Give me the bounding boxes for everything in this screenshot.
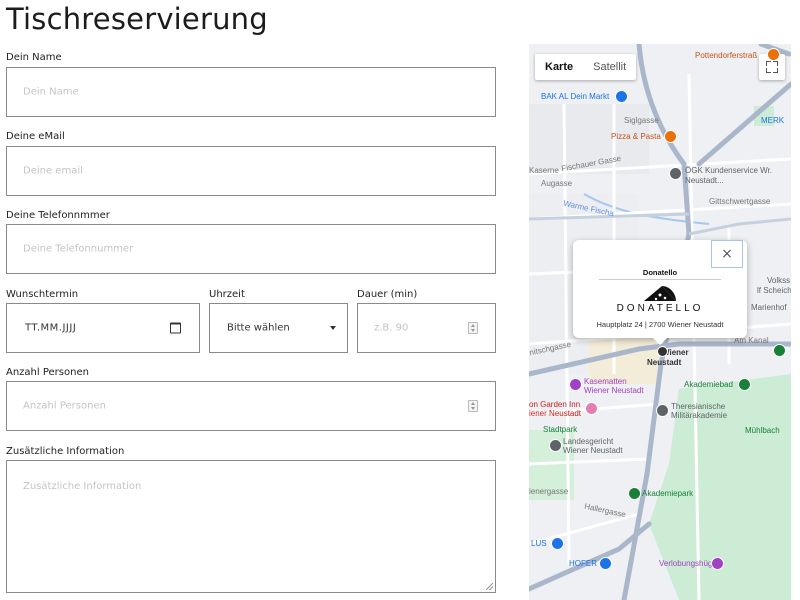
place-label[interactable]: Kasematten — [584, 377, 627, 386]
map-tab-karte[interactable]: Karte — [535, 54, 583, 80]
place-label[interactable]: Akademiebad — [684, 380, 733, 389]
place-label[interactable]: Neustadt... — [685, 176, 724, 185]
info-placeholder: Zusätzliche Information — [23, 481, 142, 492]
place-label[interactable]: iener Neustadt — [529, 409, 581, 418]
street-label: Gittschwertgasse — [709, 197, 771, 206]
place-label[interactable]: Stadtpark — [543, 425, 577, 434]
phone-input[interactable]: Deine Telefonnummer — [6, 224, 496, 274]
date-value: TT.MM.JJJJ — [25, 322, 77, 334]
calendar-icon[interactable] — [170, 322, 181, 334]
time-label: Uhrzeit — [209, 289, 245, 300]
place-label[interactable]: HOFER — [569, 559, 597, 568]
page-title: Tischreservierung — [6, 2, 268, 36]
duration-placeholder: z.B. 90 — [374, 322, 409, 334]
persons-stepper[interactable] — [468, 400, 478, 412]
duration-stepper[interactable] — [468, 322, 478, 334]
email-placeholder: Deine email — [23, 165, 83, 177]
landmark-icon[interactable] — [711, 557, 724, 570]
restaurant-icon[interactable] — [664, 130, 677, 143]
divider — [599, 279, 721, 280]
map[interactable]: Karte Satellit Pottendorferstraß BAK AL … — [529, 44, 791, 600]
court-icon[interactable] — [549, 439, 562, 452]
place-label[interactable]: Militärakademie — [671, 411, 727, 420]
landmark-icon[interactable] — [656, 404, 669, 417]
date-label: Wunschtermin — [6, 289, 79, 300]
date-input[interactable]: TT.MM.JJJJ — [6, 303, 200, 353]
donatello-logo — [644, 286, 676, 301]
street-label: Siglgasse — [624, 116, 659, 125]
museum-icon[interactable] — [569, 378, 582, 391]
persons-label: Anzahl Personen — [6, 367, 89, 378]
info-window: × Donatello DONATELLO Hauptplatz 24 | 27… — [573, 240, 747, 345]
brand-name: DONATELLO — [616, 303, 704, 314]
time-value: Bitte wählen — [227, 322, 290, 334]
place-label[interactable]: Landesgericht — [563, 437, 613, 446]
persons-input[interactable]: Anzahl Personen — [6, 381, 496, 431]
place-label[interactable]: Wiener Neustadt — [563, 446, 623, 455]
email-input[interactable]: Deine email — [6, 146, 496, 196]
place-label[interactable]: Verlobungshügel — [659, 559, 719, 568]
place-label[interactable]: LUS — [531, 539, 547, 548]
map-tab-satellit[interactable]: Satellit — [583, 54, 636, 80]
place-label[interactable]: Akademiepark — [642, 489, 693, 498]
shopping-icon[interactable] — [599, 557, 612, 570]
restaurant-marker-icon[interactable] — [657, 346, 668, 357]
persons-placeholder: Anzahl Personen — [23, 400, 106, 412]
park-icon[interactable] — [773, 344, 786, 357]
street-label: Augasse — [541, 179, 573, 188]
close-button[interactable]: × — [711, 240, 743, 268]
map-type-control: Karte Satellit — [535, 54, 637, 80]
phone-label: Deine Telefonnmmer — [6, 210, 110, 221]
fullscreen-icon — [766, 61, 771, 66]
resize-handle[interactable] — [486, 583, 493, 590]
place-label[interactable]: Pottendorferstraß — [695, 51, 757, 60]
place-label[interactable]: MERK — [761, 116, 784, 125]
place-label[interactable]: Theresianische — [671, 402, 725, 411]
street-label: Kaserne — [529, 166, 559, 175]
shopping-icon[interactable] — [615, 90, 628, 103]
place-label[interactable]: BAK AL Dein Markt — [541, 92, 609, 101]
place-label[interactable]: Neustadt — [647, 358, 681, 367]
place-label[interactable]: Wiener Neustadt — [584, 386, 644, 395]
name-input[interactable]: Dein Name — [6, 67, 496, 117]
name-placeholder: Dein Name — [23, 86, 79, 98]
place-label[interactable]: lf Scheicher — [757, 286, 791, 295]
place-label[interactable]: on Garden Inn — [529, 400, 580, 409]
pool-icon[interactable] — [738, 378, 751, 391]
address: Hauptplatz 24 | 2700 Wiener Neustadt — [596, 320, 724, 329]
phone-placeholder: Deine Telefonnummer — [23, 243, 134, 255]
time-select[interactable]: Bitte wählen — [209, 303, 348, 353]
email-label: Deine eMail — [6, 131, 65, 142]
info-label: Zusätzliche Information — [6, 446, 125, 457]
duration-label: Dauer (min) — [357, 289, 418, 300]
place-label[interactable]: ÖGK Kundenservice Wr. — [685, 166, 772, 175]
place-label[interactable]: Marienhof — [751, 303, 787, 312]
place-label[interactable]: Volkss — [767, 276, 790, 285]
office-icon[interactable] — [669, 167, 682, 180]
restaurant-icon[interactable] — [767, 48, 780, 61]
name-label: Dein Name — [6, 52, 62, 63]
hotel-icon[interactable] — [585, 402, 598, 415]
place-label[interactable]: Pizza & Pasta — [611, 132, 661, 141]
place-label: Mühlbach — [745, 426, 780, 435]
info-textarea[interactable]: Zusätzliche Information — [6, 460, 496, 593]
duration-input[interactable]: z.B. 90 — [357, 303, 496, 353]
street-label: ienergasse — [529, 487, 569, 496]
park-icon[interactable] — [628, 487, 641, 500]
shopping-icon[interactable] — [551, 537, 564, 550]
chevron-down-icon — [330, 326, 336, 330]
info-title: Donatello — [642, 268, 678, 277]
